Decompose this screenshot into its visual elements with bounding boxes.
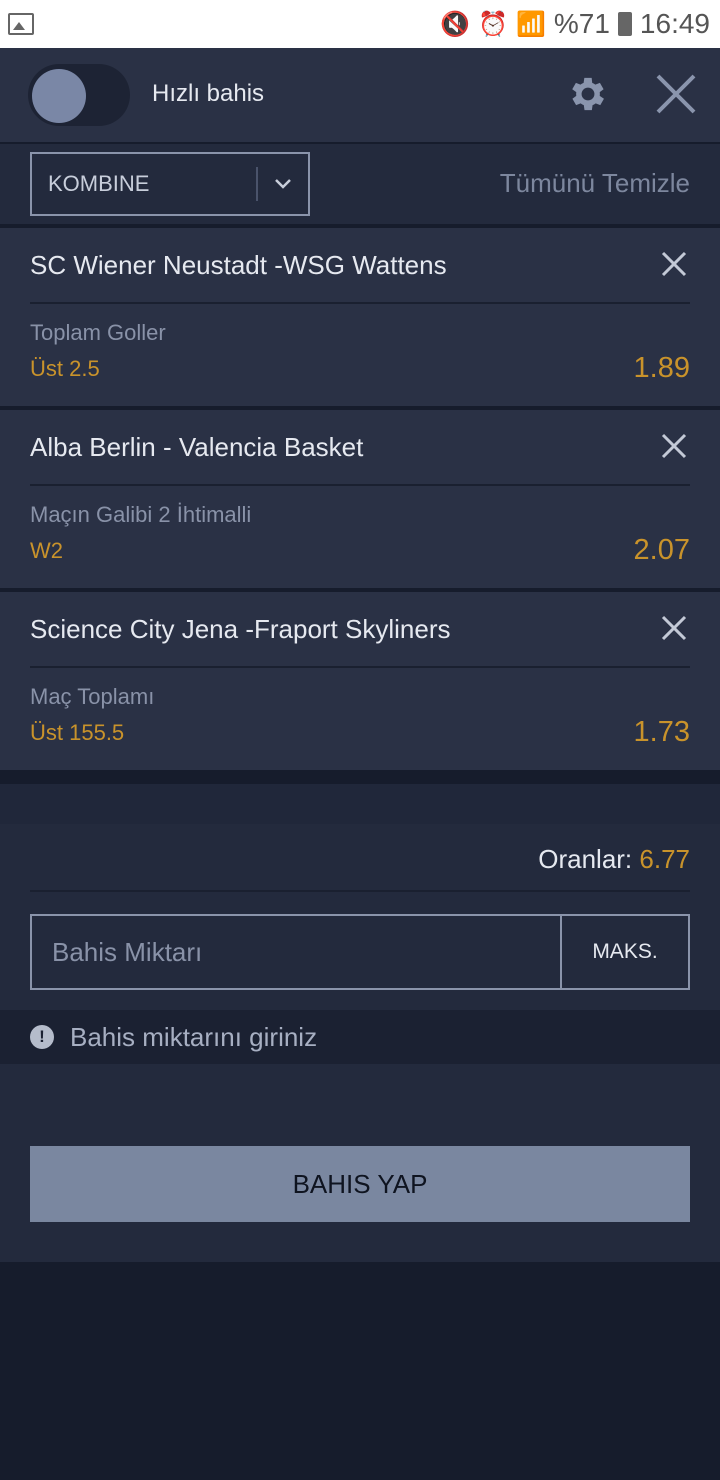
- quick-bet-label: Hızlı bahis: [152, 80, 265, 107]
- place-bet-button[interactable]: BAHIS YAP: [30, 1146, 690, 1222]
- remove-bet-icon[interactable]: [660, 614, 688, 642]
- betslip-header: Hızlı bahis: [0, 48, 720, 142]
- place-bet-panel: BAHIS YAP: [0, 1064, 720, 1262]
- mute-icon: 🔇: [440, 10, 471, 38]
- bet-type-select[interactable]: KOMBINE: [30, 152, 310, 216]
- battery-percent: %71: [553, 8, 610, 39]
- total-odds-label: Oranlar:: [538, 844, 633, 874]
- alarm-icon: ⏰: [478, 10, 508, 38]
- status-bar: 🔇 ⏰ 📶 %71 16:49: [0, 0, 720, 48]
- bet-market: Toplam Goller: [30, 320, 166, 345]
- exclamation-icon: !: [30, 1025, 54, 1049]
- bet-card: Alba Berlin - Valencia Basket Maçın Gali…: [0, 410, 720, 588]
- bet-outcome: Üst 155.5: [30, 720, 125, 745]
- bet-outcome: W2: [30, 538, 63, 563]
- remove-bet-icon[interactable]: [660, 432, 688, 460]
- bet-odds: 2.07: [633, 534, 690, 566]
- bet-event: Science City Jena -Fraport Skyliners: [30, 614, 451, 644]
- divider: [30, 302, 690, 304]
- divider: [30, 666, 690, 668]
- bet-event: SC Wiener Neustadt -WSG Wattens: [30, 250, 447, 280]
- stake-field: MAKS.: [30, 914, 690, 990]
- bet-card: Science City Jena -Fraport Skyliners Maç…: [0, 592, 720, 770]
- clear-all-link[interactable]: Tümünü Temizle: [500, 168, 690, 199]
- warning-text: Bahis miktarını giriniz: [70, 1021, 318, 1052]
- bet-outcome: Üst 2.5: [30, 356, 100, 381]
- empty-area: [0, 1262, 720, 1480]
- bet-market: Maç Toplamı: [30, 684, 155, 709]
- bet-card: SC Wiener Neustadt -WSG Wattens Toplam G…: [0, 228, 720, 406]
- battery-icon: [617, 12, 632, 36]
- separator-band: [0, 784, 720, 824]
- quick-bet-toggle[interactable]: [28, 64, 130, 126]
- divider: [30, 890, 690, 892]
- stake-input[interactable]: [32, 916, 560, 988]
- bet-event: Alba Berlin - Valencia Basket: [30, 432, 364, 462]
- close-icon[interactable]: [654, 72, 698, 116]
- stake-warning: ! Bahis miktarını giriniz: [0, 1010, 720, 1064]
- wifi-icon: 📶: [515, 10, 546, 38]
- max-stake-button[interactable]: MAKS.: [560, 916, 688, 988]
- remove-bet-icon[interactable]: [660, 250, 688, 278]
- bet-type-value: KOMBINE: [48, 171, 150, 196]
- bet-odds: 1.89: [633, 352, 690, 384]
- toggle-knob: [32, 69, 86, 123]
- divider: [30, 484, 690, 486]
- status-right: 🔇 ⏰ 📶 %71 16:49: [440, 8, 710, 40]
- separator-band: [0, 770, 720, 784]
- bet-odds: 1.73: [633, 716, 690, 748]
- total-odds: Oranlar: 6.77: [538, 844, 690, 875]
- bet-market: Maçın Galibi 2 İhtimalli: [30, 502, 252, 527]
- bet-summary: Oranlar: 6.77 MAKS.: [0, 824, 720, 1010]
- filter-bar: KOMBINE Tümünü Temizle: [0, 144, 720, 224]
- chevron-down-icon: [256, 167, 308, 201]
- clock: 16:49: [639, 8, 710, 39]
- total-odds-value: 6.77: [639, 844, 690, 874]
- gallery-notification-icon: [8, 13, 34, 35]
- gear-icon[interactable]: [566, 72, 610, 116]
